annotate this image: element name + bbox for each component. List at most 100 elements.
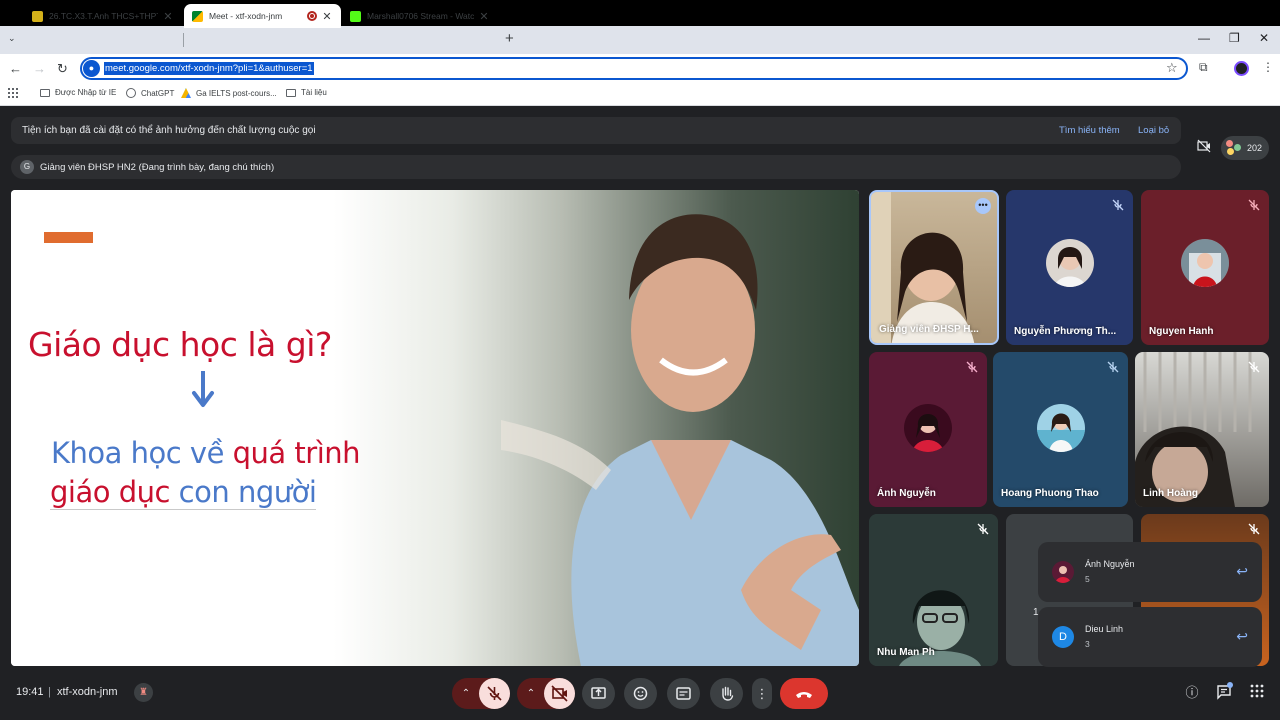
reactions-button[interactable] xyxy=(624,678,657,709)
microphone-toggle-button[interactable] xyxy=(479,678,510,709)
microphone-permission-icon[interactable]: ● xyxy=(83,60,100,77)
new-tab-icon[interactable]: + xyxy=(505,30,514,47)
captions-button[interactable] xyxy=(667,678,700,709)
learn-more-link[interactable]: Tìm hiểu thêm xyxy=(1059,125,1120,136)
hang-up-icon xyxy=(796,692,812,698)
host-controls-icon[interactable]: ♜ xyxy=(134,683,153,702)
participant-avatar xyxy=(1181,238,1229,287)
participant-tile[interactable]: Nguyễn Phương Th... xyxy=(1006,190,1133,345)
mic-off-icon xyxy=(1248,361,1260,373)
bookmark-label: ChatGPT xyxy=(141,88,175,98)
participant-tile[interactable]: Hoang Phuong Thao xyxy=(993,352,1128,507)
join-notification[interactable]: Ánh Nguyễn 5 ↩ xyxy=(1038,542,1262,602)
participant-name: Ánh Nguyễn xyxy=(877,488,936,499)
presentation-slide: Giáo dục học là gì? Khoa học về quá trìn… xyxy=(11,190,859,666)
more-options-icon[interactable]: ••• xyxy=(975,198,991,214)
tab-classroom[interactable]: 26.TC.X3.T.Anh THCS+THPT – L ✕ xyxy=(24,4,182,28)
bookmark-folder-tai-lieu[interactable]: Tài liệu xyxy=(286,88,327,97)
return-arrow-icon[interactable]: ↩ xyxy=(1236,563,1248,580)
join-notification[interactable]: D Dieu Linh 3 ↩ xyxy=(1038,607,1262,667)
tab-strip xyxy=(0,26,1280,54)
url-text[interactable]: meet.google.com/xtf-xodn-jnm?pli=1&authu… xyxy=(104,62,314,75)
slide-line-1: Khoa học về quá trình xyxy=(51,436,361,470)
back-icon[interactable]: ← xyxy=(9,61,22,76)
banner-text: Tiện ích bạn đã cài đặt có thể ảnh hưởng… xyxy=(22,125,316,136)
camera-off-icon xyxy=(551,685,568,702)
bookmark-ielts[interactable]: Ga IELTS post-cours... xyxy=(181,88,277,98)
participant-tile[interactable]: Nhu Man Ph xyxy=(869,514,998,666)
participant-name: Linh Hoàng xyxy=(1143,488,1198,499)
tab-kick-stream[interactable]: Marshall0706 Stream - Watch L ✕ xyxy=(342,4,498,28)
participant-name: Nguyen Hanh xyxy=(1149,326,1214,337)
meeting-details-icon[interactable]: ⓘ xyxy=(1183,684,1201,702)
presenter-avatar: G xyxy=(20,160,34,174)
video-settings-chevron-icon[interactable]: ⌃ xyxy=(517,678,545,709)
tab-search-chevron-icon[interactable]: ⌄ xyxy=(8,33,16,44)
notification-count: 5 xyxy=(1085,574,1090,584)
close-tab-icon[interactable]: ✕ xyxy=(321,10,333,23)
notification-avatar xyxy=(1052,561,1074,583)
participant-count: 202 xyxy=(1247,143,1263,153)
mic-off-icon xyxy=(1107,361,1119,373)
browser-menu-icon[interactable]: ⋮ xyxy=(1262,60,1274,74)
forward-icon[interactable]: → xyxy=(33,61,46,76)
participant-video xyxy=(1135,352,1252,507)
participant-video xyxy=(871,192,975,343)
participant-tile[interactable]: Ánh Nguyễn xyxy=(869,352,987,507)
recording-indicator-icon xyxy=(307,11,317,21)
participants-avatars-icon xyxy=(1226,140,1242,156)
chatgpt-icon xyxy=(126,88,136,98)
reload-icon[interactable]: ↻ xyxy=(57,61,68,77)
present-screen-button[interactable] xyxy=(582,678,615,709)
participant-name: Nguyễn Phương Th... xyxy=(1014,326,1117,337)
meeting-code-separator: | xyxy=(48,686,51,698)
participant-avatar xyxy=(904,403,952,452)
minimize-icon[interactable]: — xyxy=(1198,31,1210,45)
meeting-code: xtf-xodn-jnm xyxy=(57,686,118,698)
bookmark-folder-ie[interactable]: Được Nhập từ IE xyxy=(40,88,116,97)
leave-call-button[interactable] xyxy=(780,678,828,709)
mic-off-icon xyxy=(487,686,502,701)
google-drive-icon xyxy=(181,88,191,98)
notification-count: 3 xyxy=(1085,639,1090,649)
more-vert-icon: ⋮ xyxy=(755,686,769,701)
participant-video xyxy=(869,514,998,666)
close-tab-icon[interactable]: ✕ xyxy=(162,10,174,23)
emoji-icon xyxy=(633,686,648,701)
bookmark-chatgpt[interactable]: ChatGPT xyxy=(126,88,174,98)
hand-icon xyxy=(722,686,734,701)
participant-tile[interactable]: Nguyen Hanh xyxy=(1141,190,1269,345)
tab-meet[interactable]: Meet - xtf-xodn-jnm ✕ xyxy=(184,4,341,28)
apps-grid-icon[interactable] xyxy=(8,88,18,98)
participant-tile[interactable]: ••• Giảng viên ĐHSP H... xyxy=(869,190,999,345)
slide-text-red: giáo dục xyxy=(50,475,179,509)
raise-hand-button[interactable] xyxy=(710,678,743,709)
participant-tile[interactable]: Linh Hoàng xyxy=(1135,352,1269,507)
folder-icon xyxy=(286,88,296,97)
activities-grid-icon[interactable] xyxy=(1248,684,1266,702)
tab-title: 26.TC.X3.T.Anh THCS+THPT – L xyxy=(49,11,158,21)
close-window-icon[interactable]: ✕ xyxy=(1259,31,1269,45)
presenter-label: Giảng viên ĐHSP HN2 (Đang trình bày, đan… xyxy=(40,162,275,173)
bookmark-label: Được Nhập từ IE xyxy=(55,88,117,97)
more-options-button[interactable]: ⋮ xyxy=(752,678,772,709)
restore-icon[interactable]: ❐ xyxy=(1229,31,1240,45)
hide-self-view-icon[interactable] xyxy=(1195,139,1213,157)
camera-toggle-button[interactable] xyxy=(544,678,575,709)
bookmark-star-icon[interactable]: ☆ xyxy=(1166,60,1178,76)
classroom-favicon-icon xyxy=(32,10,43,22)
profile-avatar[interactable] xyxy=(1234,61,1249,76)
dismiss-button[interactable]: Loại bỏ xyxy=(1138,125,1169,136)
close-tab-icon[interactable]: ✕ xyxy=(478,10,490,23)
participant-name: Giảng viên ĐHSP H... xyxy=(879,324,979,335)
return-arrow-icon[interactable]: ↩ xyxy=(1236,628,1248,645)
participant-avatar xyxy=(1036,403,1085,452)
extensions-icon[interactable]: ⧉ xyxy=(1199,60,1208,75)
mic-off-icon xyxy=(1248,199,1260,211)
slide-text-red: quá trình xyxy=(232,436,361,470)
folder-icon xyxy=(40,88,50,97)
audio-settings-chevron-icon[interactable]: ⌃ xyxy=(452,678,480,709)
captions-icon xyxy=(676,687,691,700)
mic-off-icon xyxy=(966,361,978,373)
slide-title: Giáo dục học là gì? xyxy=(28,325,332,364)
